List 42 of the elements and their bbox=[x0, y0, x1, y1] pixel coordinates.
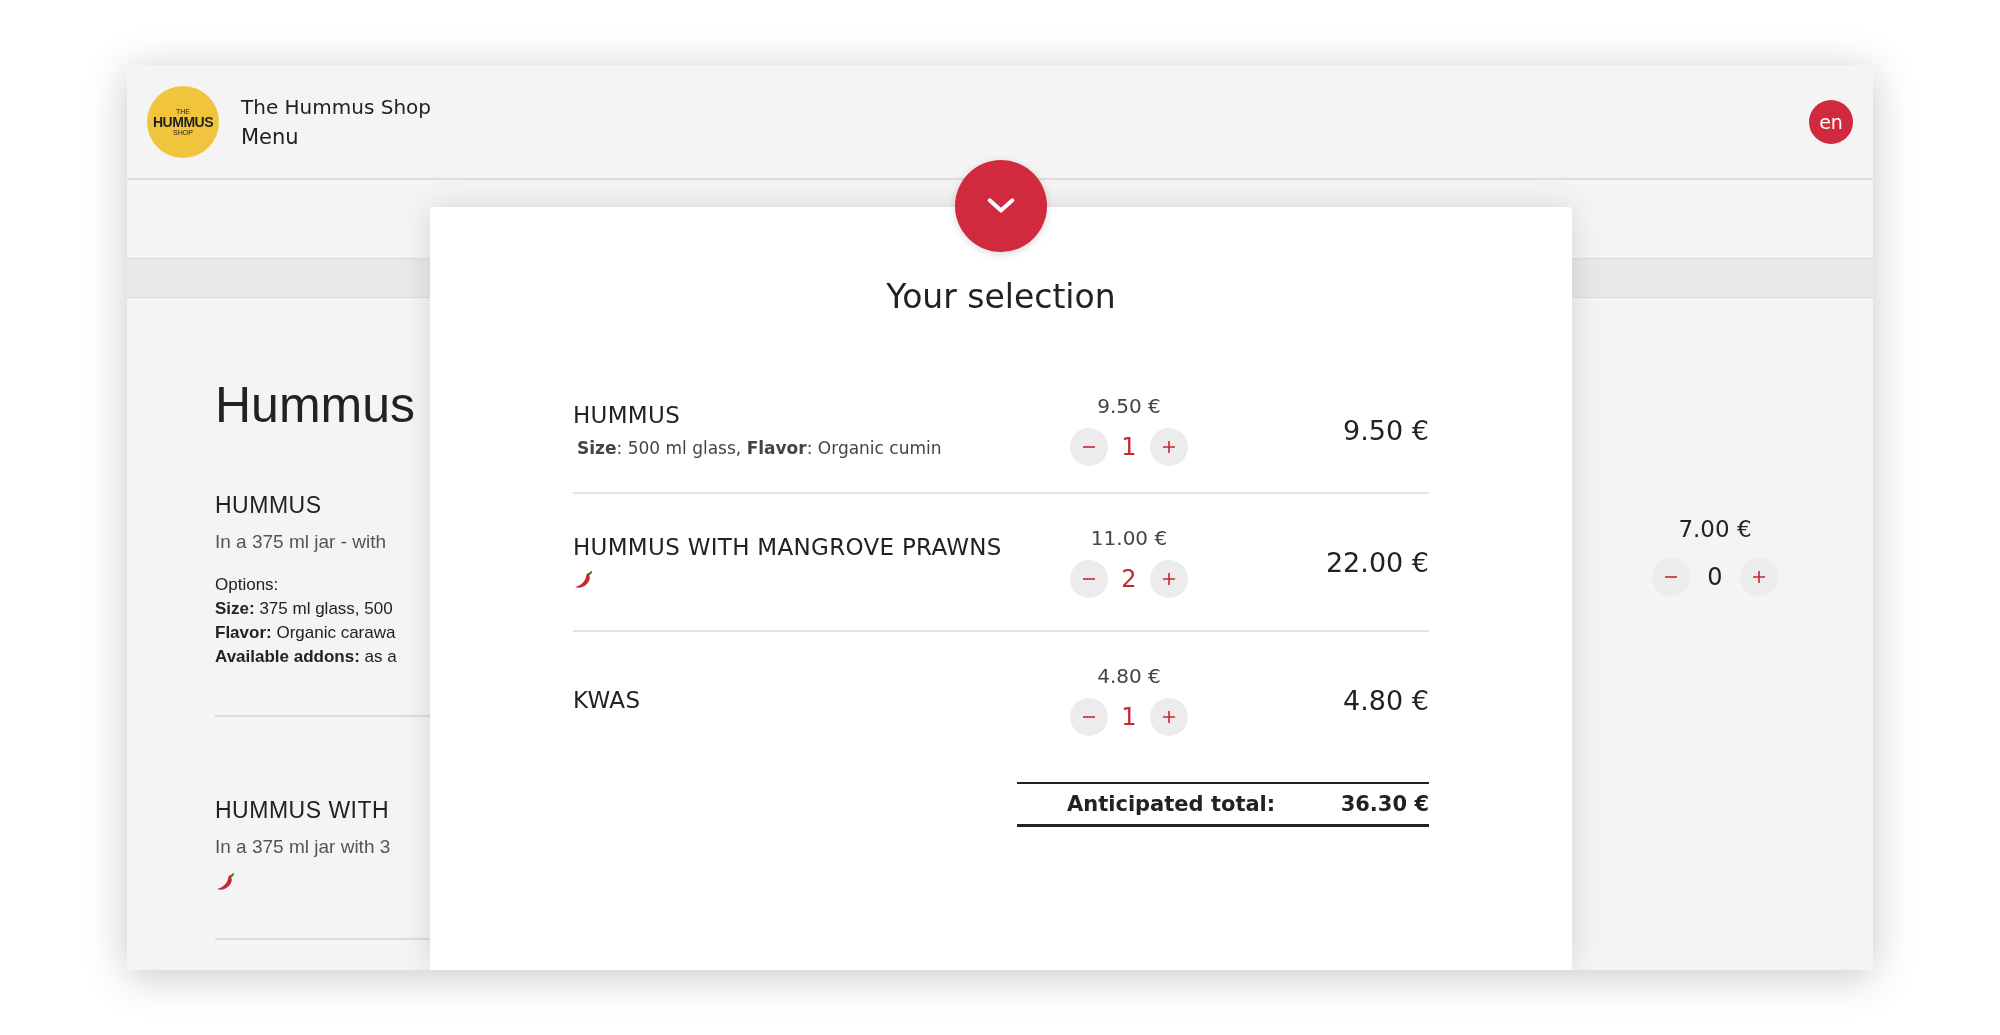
line-total: 22.00 € bbox=[1324, 546, 1429, 578]
quantity: 1 bbox=[1120, 703, 1138, 731]
minus-icon bbox=[1663, 576, 1679, 578]
line-total: 4.80 € bbox=[1342, 684, 1429, 716]
shop-name: The Hummus Shop bbox=[241, 94, 431, 119]
plus-icon bbox=[1751, 569, 1767, 585]
item-name: HUMMUS bbox=[573, 402, 682, 428]
option-line: Size: 375 ml glass, 500 bbox=[215, 598, 394, 620]
minus-icon bbox=[1081, 446, 1097, 448]
unit-price: 4.80 € bbox=[1097, 664, 1161, 688]
page-title: Menu bbox=[241, 124, 300, 149]
increase-button[interactable] bbox=[1740, 558, 1778, 596]
quantity: 2 bbox=[1120, 565, 1138, 593]
unit-price: 9.50 € bbox=[1097, 394, 1161, 418]
category-heading: Hummus bbox=[215, 376, 417, 434]
line-total: 9.50 € bbox=[1342, 414, 1429, 446]
plus-icon bbox=[1161, 571, 1177, 587]
panel-title: Your selection bbox=[886, 277, 1116, 316]
plus-icon bbox=[1161, 439, 1177, 455]
item-details: Size: 500 ml glass, Flavor: Organic cumin bbox=[576, 438, 943, 458]
option-line: Available addons: as a bbox=[215, 646, 398, 668]
unit-price: 11.00 € bbox=[1090, 526, 1168, 550]
total-label: Anticipated total: bbox=[1067, 792, 1276, 816]
quantity: 0 bbox=[1706, 563, 1724, 591]
item-name: HUMMUS bbox=[215, 492, 323, 519]
item-description: In a 375 ml jar with 3 bbox=[215, 836, 392, 858]
language-button[interactable]: en bbox=[1809, 99, 1853, 144]
increase-button[interactable] bbox=[1150, 698, 1188, 736]
item-name: KWAS bbox=[573, 687, 642, 713]
item-price: 7.00 € bbox=[1678, 516, 1752, 542]
item-description: In a 375 ml jar - with bbox=[215, 531, 388, 553]
minus-icon bbox=[1081, 716, 1097, 718]
minus-icon bbox=[1081, 578, 1097, 580]
total-amount: 36.30 € bbox=[1340, 792, 1429, 816]
increase-button[interactable] bbox=[1150, 560, 1188, 598]
quantity: 1 bbox=[1120, 433, 1138, 461]
item-name: HUMMUS WITH MANGROVE PRAWNS bbox=[573, 534, 1003, 560]
increase-button[interactable] bbox=[1150, 428, 1188, 466]
options-title: Options: bbox=[215, 574, 280, 596]
option-line: Flavor: Organic carawa bbox=[215, 622, 397, 644]
item-name: HUMMUS WITH bbox=[215, 797, 391, 824]
plus-icon bbox=[1161, 709, 1177, 725]
